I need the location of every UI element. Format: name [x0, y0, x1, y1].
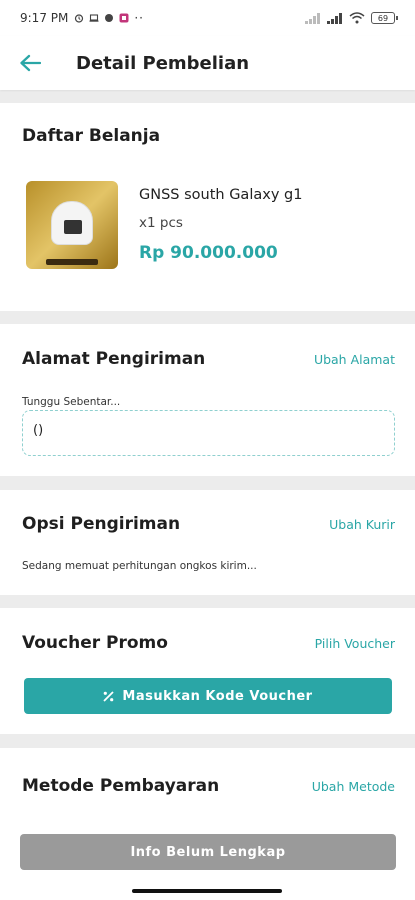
gnss-device-graphic [51, 201, 93, 245]
payment-section: Metode Pembayaran Ubah Metode [0, 748, 415, 818]
arrow-left-icon [20, 54, 41, 72]
info-incomplete-button[interactable]: Info Belum Lengkap [20, 834, 396, 870]
app-icon [119, 13, 129, 23]
status-left: 9:17 PM ·· [20, 11, 144, 25]
more-dots-icon: ·· [134, 11, 144, 25]
shipping-section: Opsi Pengiriman Ubah Kurir Sedang memuat… [0, 490, 415, 595]
percent-icon [103, 690, 115, 702]
laptop-icon [89, 14, 99, 22]
notification-icons: ·· [74, 11, 144, 25]
address-title: Alamat Pengiriman [22, 349, 206, 369]
voucher-title: Voucher Promo [22, 633, 168, 653]
change-address-link[interactable]: Ubah Alamat [314, 352, 395, 367]
voucher-button-label: Masukkan Kode Voucher [122, 688, 313, 704]
shipping-note: Sedang memuat perhitungan ongkos kirim..… [22, 560, 257, 572]
signal-icon [305, 12, 320, 24]
product-name: GNSS south Galaxy g1 [139, 187, 303, 203]
product-qty: x1 pcs [139, 215, 183, 231]
app-header: Detail Pembelian [0, 36, 415, 90]
product-image [26, 181, 118, 269]
status-right: 69 [305, 12, 398, 24]
address-section: Alamat Pengiriman Ubah Alamat Tunggu Seb… [0, 324, 415, 476]
status-bar: 9:17 PM ·· 69 [0, 0, 415, 36]
change-method-link[interactable]: Ubah Metode [312, 779, 395, 794]
payment-title: Metode Pembayaran [22, 776, 220, 796]
chat-icon [105, 14, 114, 22]
signal-icon [327, 12, 342, 24]
status-time: 9:17 PM [20, 11, 69, 25]
address-box[interactable]: () [22, 410, 395, 456]
alarm-icon [75, 14, 84, 23]
battery-level: 69 [377, 13, 389, 23]
page-title: Detail Pembelian [76, 52, 250, 74]
choose-voucher-link[interactable]: Pilih Voucher [315, 636, 395, 651]
back-button[interactable] [18, 51, 42, 75]
cart-title: Daftar Belanja [22, 126, 161, 146]
home-indicator[interactable] [132, 889, 282, 893]
bottom-bar: Info Belum Lengkap [0, 818, 415, 900]
battery-icon: 69 [371, 12, 398, 24]
change-courier-link[interactable]: Ubah Kurir [329, 517, 395, 532]
enter-voucher-code-button[interactable]: Masukkan Kode Voucher [24, 678, 392, 714]
product-price: Rp 90.000.000 [139, 243, 278, 263]
address-status: Tunggu Sebentar... [22, 396, 121, 408]
shipping-title: Opsi Pengiriman [22, 514, 181, 534]
cart-section: Daftar Belanja GNSS south Galaxy g1 x1 p… [0, 103, 415, 311]
wifi-icon [349, 12, 365, 24]
voucher-section: Voucher Promo Pilih Voucher Masukkan Kod… [0, 608, 415, 734]
